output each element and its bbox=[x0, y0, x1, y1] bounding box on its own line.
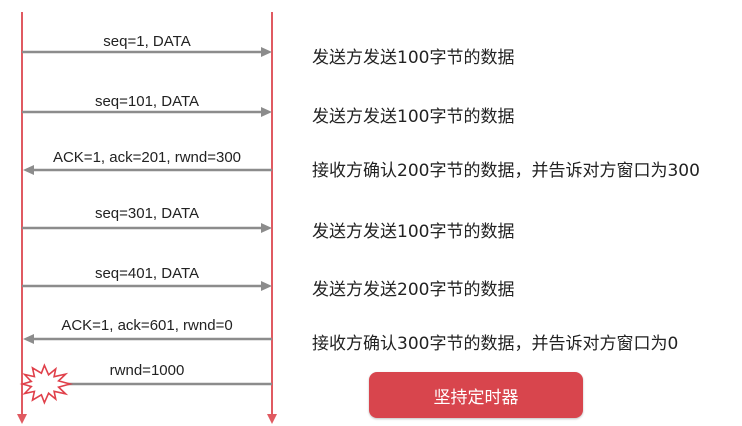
message-arrow-1: seq=1, DATA bbox=[22, 33, 272, 57]
arrowhead-icon bbox=[261, 223, 272, 233]
arrowhead-icon bbox=[261, 107, 272, 117]
arrowhead-icon bbox=[23, 165, 34, 175]
message-arrow-5: seq=401, DATA bbox=[22, 265, 272, 291]
message-arrow-6: ACK=1, ack=601, rwnd=0 bbox=[23, 317, 272, 344]
message-label-7: rwnd=1000 bbox=[110, 362, 185, 379]
receiver-lifeline-arrowhead bbox=[267, 414, 277, 424]
message-note-5: 发送方发送200字节的数据 bbox=[312, 280, 515, 300]
message-note-2: 发送方发送100字节的数据 bbox=[312, 107, 515, 127]
message-note-3: 接收方确认200字节的数据，并告诉对方窗口为300 bbox=[312, 161, 700, 181]
sender-lifeline-arrowhead bbox=[17, 414, 27, 424]
message-note-1: 发送方发送100字节的数据 bbox=[312, 48, 515, 68]
message-arrow-2: seq=101, DATA bbox=[22, 93, 272, 117]
arrowhead-icon bbox=[261, 47, 272, 57]
arrowhead-icon bbox=[261, 281, 272, 291]
message-arrow-3: ACK=1, ack=201, rwnd=300 bbox=[23, 149, 272, 175]
message-label-1: seq=1, DATA bbox=[103, 33, 190, 50]
message-label-5: seq=401, DATA bbox=[95, 265, 199, 282]
message-label-2: seq=101, DATA bbox=[95, 93, 199, 110]
message-note-6: 接收方确认300字节的数据，并告诉对方窗口为0 bbox=[312, 334, 679, 354]
loss-burst-icon bbox=[19, 363, 74, 405]
persist-timer-badge: 坚持定时器 bbox=[369, 372, 583, 418]
message-note-4: 发送方发送100字节的数据 bbox=[312, 222, 515, 242]
message-label-6: ACK=1, ack=601, rwnd=0 bbox=[61, 317, 232, 334]
message-arrow-4: seq=301, DATA bbox=[22, 205, 272, 233]
message-label-3: ACK=1, ack=201, rwnd=300 bbox=[53, 149, 241, 166]
arrowhead-icon bbox=[23, 334, 34, 344]
message-label-4: seq=301, DATA bbox=[95, 205, 199, 222]
